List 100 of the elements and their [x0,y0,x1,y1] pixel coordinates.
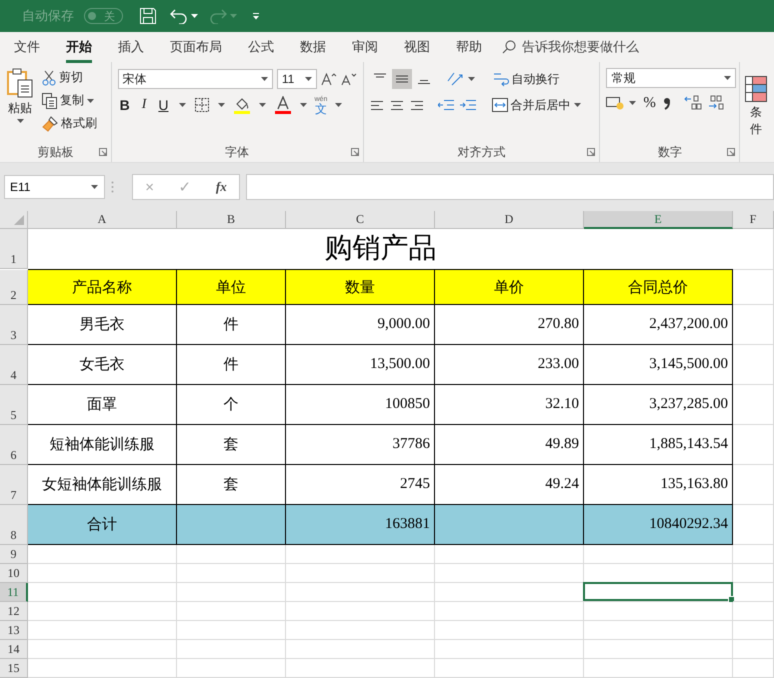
search-icon[interactable] [502,40,516,54]
increase-decimal-icon[interactable] [684,95,702,111]
caret-icon[interactable] [724,76,732,80]
table-cell [733,425,774,465]
paste-button[interactable]: 粘贴 [6,68,34,144]
ribbon-tab[interactable]: 页面布局 [170,34,222,60]
copy-button[interactable]: 复制 [40,91,99,110]
insert-function-button[interactable]: fx [216,179,227,195]
dialog-launcher-icon[interactable] [98,148,107,156]
caret-icon[interactable] [87,98,94,102]
ribbon-tab[interactable]: 插入 [118,34,144,60]
shrink-font-icon[interactable] [340,72,357,86]
grow-font-icon[interactable] [320,72,337,86]
tell-me-field[interactable]: 告诉我你想要做什么 [522,38,639,56]
cut-button[interactable]: 剪切 [40,68,99,87]
caret-icon[interactable] [468,77,475,81]
increase-indent-icon[interactable] [460,99,476,111]
column-header[interactable]: A [28,211,177,229]
table-cell [733,229,774,270]
font-name-field[interactable]: 宋体 [118,69,273,89]
ribbon-tab[interactable]: 开始 [66,34,92,60]
ribbon-tab[interactable]: 公式 [248,34,274,60]
name-box[interactable]: E11 [4,175,105,199]
grip-icon [111,181,114,193]
table-cell: 件 [177,305,286,345]
percent-button[interactable]: % [641,94,658,112]
ribbon-tab[interactable]: 文件 [14,34,40,60]
row-header[interactable]: 11 [0,583,28,602]
caret-icon[interactable] [629,101,636,105]
align-right-icon[interactable] [410,99,424,111]
column-header[interactable]: D [435,211,584,229]
table-cell: 合同总价 [584,270,733,305]
row-header[interactable]: 13 [0,621,28,640]
row-header[interactable]: 15 [0,659,28,678]
caret-icon[interactable] [178,103,186,107]
column-header[interactable]: C [286,211,435,229]
scissors-icon [42,70,56,86]
conditional-formatting-button[interactable]: 条件 [744,76,768,138]
caret-icon[interactable] [218,103,224,107]
merge-center-button[interactable]: 合并后居中 [490,96,583,114]
dialog-launcher-icon[interactable] [350,148,359,156]
customize-icon[interactable] [252,12,260,20]
font-color-icon[interactable] [274,96,292,114]
table-cell [733,564,774,583]
ribbon-tab[interactable]: 帮助 [456,34,482,60]
formula-field[interactable] [246,174,774,200]
table-cell: 13,500.00 [286,345,435,385]
currency-icon[interactable] [606,96,624,110]
align-center-icon[interactable] [390,99,404,111]
caret-icon[interactable] [574,103,581,107]
caret-icon[interactable] [300,103,306,107]
row-header[interactable]: 14 [0,640,28,659]
row-header[interactable]: 1 [0,229,28,269]
merge-cells-icon [492,97,508,113]
borders-icon[interactable] [194,97,210,113]
undo-icon[interactable] [170,8,188,24]
dialog-launcher-icon[interactable] [727,148,736,156]
number-format-field[interactable]: 常规 [606,68,736,88]
table-cell: 1,885,143.54 [584,425,733,465]
caret-icon[interactable] [16,119,24,123]
column-header[interactable]: E [584,211,733,229]
table-cell: 面罩 [28,385,177,425]
fill-color-icon[interactable] [232,96,250,114]
row-header[interactable]: 6 [0,425,28,465]
row-header[interactable]: 4 [0,345,28,385]
caret-icon[interactable] [304,77,312,81]
caret-icon[interactable] [335,103,342,107]
wrap-text-button[interactable]: 自动换行 [490,70,562,88]
row-header[interactable]: 5 [0,385,28,425]
decrease-indent-icon[interactable] [438,99,454,111]
italic-button[interactable]: I [140,96,148,114]
caret-icon[interactable] [91,185,98,189]
dialog-launcher-icon[interactable] [587,148,596,156]
column-header[interactable]: B [177,211,286,229]
caret-icon[interactable] [258,103,266,107]
table-cell: 10840292.34 [584,505,733,545]
format-painter-button[interactable]: 格式刷 [40,114,99,133]
decrease-decimal-icon[interactable] [706,95,725,111]
row-header[interactable]: 3 [0,305,28,345]
ribbon-tab[interactable]: 数据 [300,34,326,60]
font-size-field[interactable]: 11 [276,69,317,89]
table-cell: 270.80 [435,305,584,345]
bold-button[interactable]: B [118,96,132,114]
caret-icon[interactable] [191,14,198,18]
table-cell [733,640,774,659]
save-icon[interactable] [139,7,157,25]
row-header[interactable]: 2 [0,270,28,305]
underline-button[interactable]: U [156,96,170,114]
row-header[interactable]: 9 [0,545,28,564]
row-header[interactable]: 10 [0,564,28,583]
comma-style-icon[interactable] [662,96,671,110]
row-header[interactable]: 8 [0,505,28,545]
ribbon-tab[interactable]: 审阅 [352,34,378,60]
row-header[interactable]: 12 [0,602,28,621]
caret-icon[interactable] [260,77,268,81]
row-header[interactable]: 7 [0,465,28,505]
align-left-icon[interactable] [370,99,384,111]
column-header[interactable]: F [733,211,774,229]
vertical-align-button[interactable] [392,69,412,89]
ribbon-tab[interactable]: 视图 [404,34,430,60]
